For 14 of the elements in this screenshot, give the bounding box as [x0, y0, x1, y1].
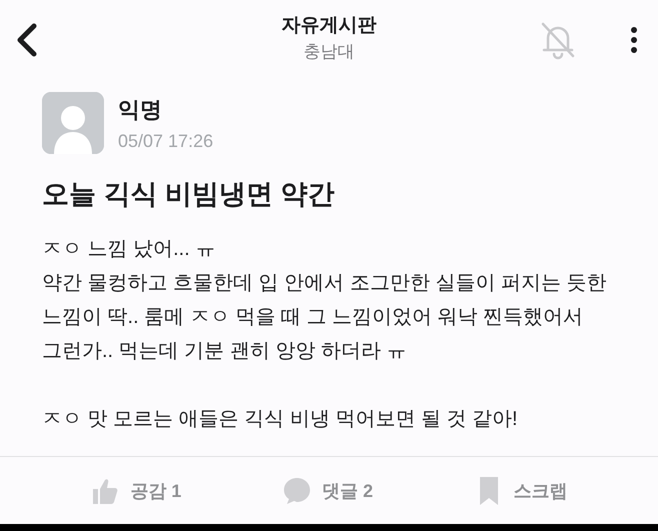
thumbs-up-icon: [90, 476, 120, 506]
scrap-button[interactable]: 스크랩: [470, 472, 572, 510]
speech-bubble-icon: [282, 476, 312, 506]
board-title: 자유게시판: [282, 14, 376, 38]
post-paragraph: ㅈㅇ 느낌 났어... ㅠ 약간 물컹하고 흐물한데 입 안에서 조그만한 실들이 퍼지는 듯한 느낌이 딱.. 룸메 ㅈㅇ 먹을 때 그 느낌이었어 워낙 찐득했어서 그런가.. 먹는데 기분 괜히 앙앙 하더라 ㅠ: [42, 237, 608, 364]
avatar-icon: [42, 92, 104, 154]
like-button[interactable]: 공감 1: [86, 472, 186, 510]
more-icon[interactable]: [630, 27, 638, 53]
board-subtitle: 충남대: [304, 41, 354, 63]
comment-button[interactable]: 댓글 2: [278, 472, 378, 510]
post-title: 오늘 긱식 비빔냉면 약간: [42, 178, 336, 211]
post-paragraph: ㅈㅇ 맛 모르는 애들은 긱식 비냉 먹어보면 될 것 같아!: [42, 407, 519, 432]
author-name: 익명: [118, 96, 163, 124]
post-time: 05/07 17:26: [118, 130, 214, 152]
